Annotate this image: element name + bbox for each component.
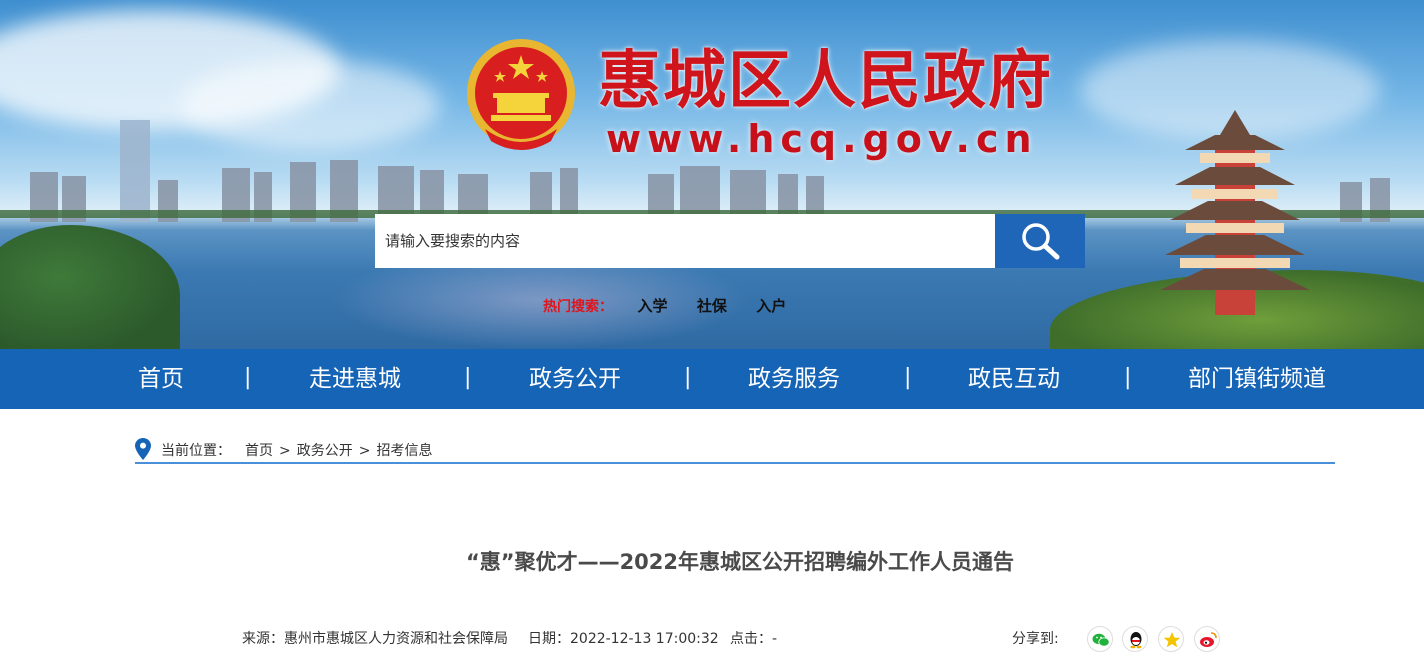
hot-search-item[interactable]: 入学 (637, 297, 667, 315)
national-emblem-icon (467, 39, 575, 150)
article-title: “惠”聚优才——2022年惠城区公开招聘编外工作人员通告 (465, 550, 1015, 574)
pagoda-illustration (1160, 110, 1310, 315)
share-qq-button[interactable] (1122, 626, 1148, 652)
breadcrumb-label: 当前位置： (161, 443, 231, 459)
nav-separator: | (684, 365, 692, 390)
nav-item-public-affairs[interactable]: 政务公开 (529, 349, 621, 409)
share-qzone-button[interactable] (1158, 626, 1184, 652)
breadcrumb-link-public-affairs[interactable]: 政务公开 (297, 443, 353, 459)
search-input[interactable] (375, 214, 995, 268)
breadcrumb-path: 首页 > 政务公开 > 招考信息 (245, 440, 432, 460)
hot-search-item[interactable]: 社保 (697, 297, 727, 315)
breadcrumb-link-recruitment[interactable]: 招考信息 (376, 443, 432, 459)
breadcrumb-separator: > (279, 443, 291, 459)
share-wechat-button[interactable] (1087, 626, 1113, 652)
article-clicks: 点击：- (730, 631, 778, 647)
article-source: 来源：惠州市惠城区人力资源和社会保障局 (242, 631, 508, 647)
nav-separator: | (1124, 365, 1132, 390)
wechat-icon (1092, 633, 1110, 647)
share-label: 分享到: (1012, 631, 1059, 647)
main-nav: 首页 | 走进惠城 | 政务公开 | 政务服务 | 政民互动 | 部门镇街频道 (0, 349, 1424, 409)
location-pin-icon (135, 438, 151, 460)
site-title: 惠城区人民政府 (598, 46, 1053, 116)
share-weibo-button[interactable] (1194, 626, 1220, 652)
article-date: 日期：2022-12-13 17:00:32 (528, 631, 719, 647)
weibo-icon (1200, 632, 1217, 647)
nav-separator: | (464, 365, 472, 390)
nav-item-departments[interactable]: 部门镇街频道 (1188, 349, 1326, 409)
nav-item-about[interactable]: 走进惠城 (309, 349, 401, 409)
nav-separator: | (904, 365, 912, 390)
hot-search: 热门搜索： 入学 社保 入户 (543, 296, 811, 317)
breadcrumb-link-home[interactable]: 首页 (245, 443, 273, 459)
qzone-icon (1163, 632, 1181, 648)
breadcrumb-separator: > (358, 443, 371, 459)
search-icon (1022, 223, 1060, 260)
header-banner: 惠城区人民政府 www.hcq.gov.cn 热门搜索： 入学 社保 入户 (0, 0, 1424, 349)
nav-separator: | (244, 365, 252, 390)
nav-item-services[interactable]: 政务服务 (748, 349, 840, 409)
qq-icon (1130, 632, 1142, 649)
site-url: www.hcq.gov.cn (606, 117, 1038, 161)
island-left (0, 225, 180, 349)
nav-item-interaction[interactable]: 政民互动 (968, 349, 1060, 409)
hot-search-item[interactable]: 入户 (756, 297, 786, 315)
breadcrumb: 当前位置： 首页 > 政务公开 > 招考信息 (135, 438, 1335, 464)
nav-item-home[interactable]: 首页 (138, 349, 184, 409)
hot-search-label: 热门搜索： (543, 299, 613, 315)
search-button[interactable] (995, 214, 1085, 268)
